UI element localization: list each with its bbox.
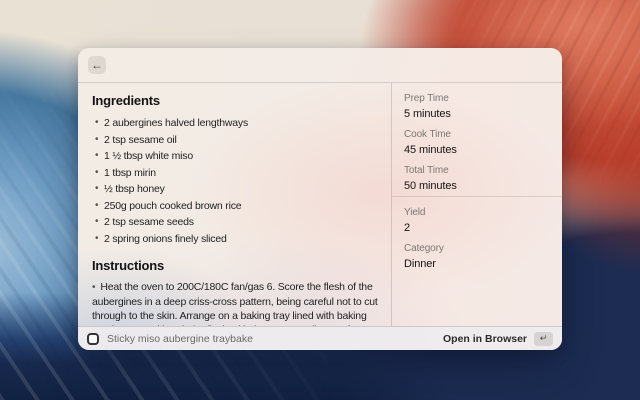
return-key-icon: ↵ — [534, 332, 553, 346]
bullet-glyph: • — [92, 282, 95, 293]
window-titlebar: ← — [78, 48, 562, 83]
meta-value-cook-time: 45 minutes — [404, 144, 550, 156]
metadata-details-section: Yield 2 Category Dinner — [392, 197, 562, 281]
instruction-step-text: Heat the oven to 200C/180C fan/gas 6. Sc… — [92, 281, 378, 327]
instructions-list: •Heat the oven to 200C/180C fan/gas 6. S… — [92, 280, 383, 327]
recipe-title: Sticky miso aubergine traybake — [107, 333, 443, 345]
back-arrow-icon: ← — [91, 58, 103, 72]
meta-label-category: Category — [404, 243, 550, 254]
instruction-step: •Heat the oven to 200C/180C fan/gas 6. S… — [92, 280, 383, 327]
ingredient-item: 2 tsp sesame oil — [92, 133, 383, 147]
ingredient-item: ½ tbsp honey — [92, 182, 383, 196]
meta-value-category: Dinner — [404, 258, 550, 270]
instructions-heading: Instructions — [92, 258, 383, 273]
ingredient-item: 2 aubergines halved lengthways — [92, 116, 383, 130]
extension-icon — [87, 333, 99, 345]
recipe-content-scroll-area[interactable]: Ingredients 2 aubergines halved lengthwa… — [78, 83, 391, 326]
back-button[interactable]: ← — [88, 56, 106, 74]
meta-value-total-time: 50 minutes — [404, 180, 550, 192]
meta-label-cook-time: Cook Time — [404, 129, 550, 140]
main-row: Ingredients 2 aubergines halved lengthwa… — [78, 83, 562, 326]
ingredients-list: 2 aubergines halved lengthways 2 tsp ses… — [92, 116, 383, 246]
recipe-window: ← Ingredients 2 aubergines halved length… — [78, 48, 562, 350]
meta-value-yield: 2 — [404, 222, 550, 234]
ingredients-heading: Ingredients — [92, 93, 383, 108]
metadata-times-section: Prep Time 5 minutes Cook Time 45 minutes… — [392, 83, 562, 197]
ingredient-item: 1 tbsp mirin — [92, 166, 383, 180]
ingredient-item: 1 ½ tbsp white miso — [92, 149, 383, 163]
recipe-metadata-sidebar: Prep Time 5 minutes Cook Time 45 minutes… — [391, 83, 562, 326]
ingredient-item: 2 spring onions finely sliced — [92, 232, 383, 246]
ingredient-item: 250g pouch cooked brown rice — [92, 199, 383, 213]
open-in-browser-button[interactable]: Open in Browser ↵ — [443, 332, 553, 346]
open-in-browser-label: Open in Browser — [443, 333, 527, 345]
meta-label-prep-time: Prep Time — [404, 93, 550, 104]
ingredient-item: 2 tsp sesame seeds — [92, 215, 383, 229]
meta-label-total-time: Total Time — [404, 165, 550, 176]
meta-value-prep-time: 5 minutes — [404, 108, 550, 120]
meta-label-yield: Yield — [404, 207, 550, 218]
window-footer: Sticky miso aubergine traybake Open in B… — [78, 326, 562, 350]
